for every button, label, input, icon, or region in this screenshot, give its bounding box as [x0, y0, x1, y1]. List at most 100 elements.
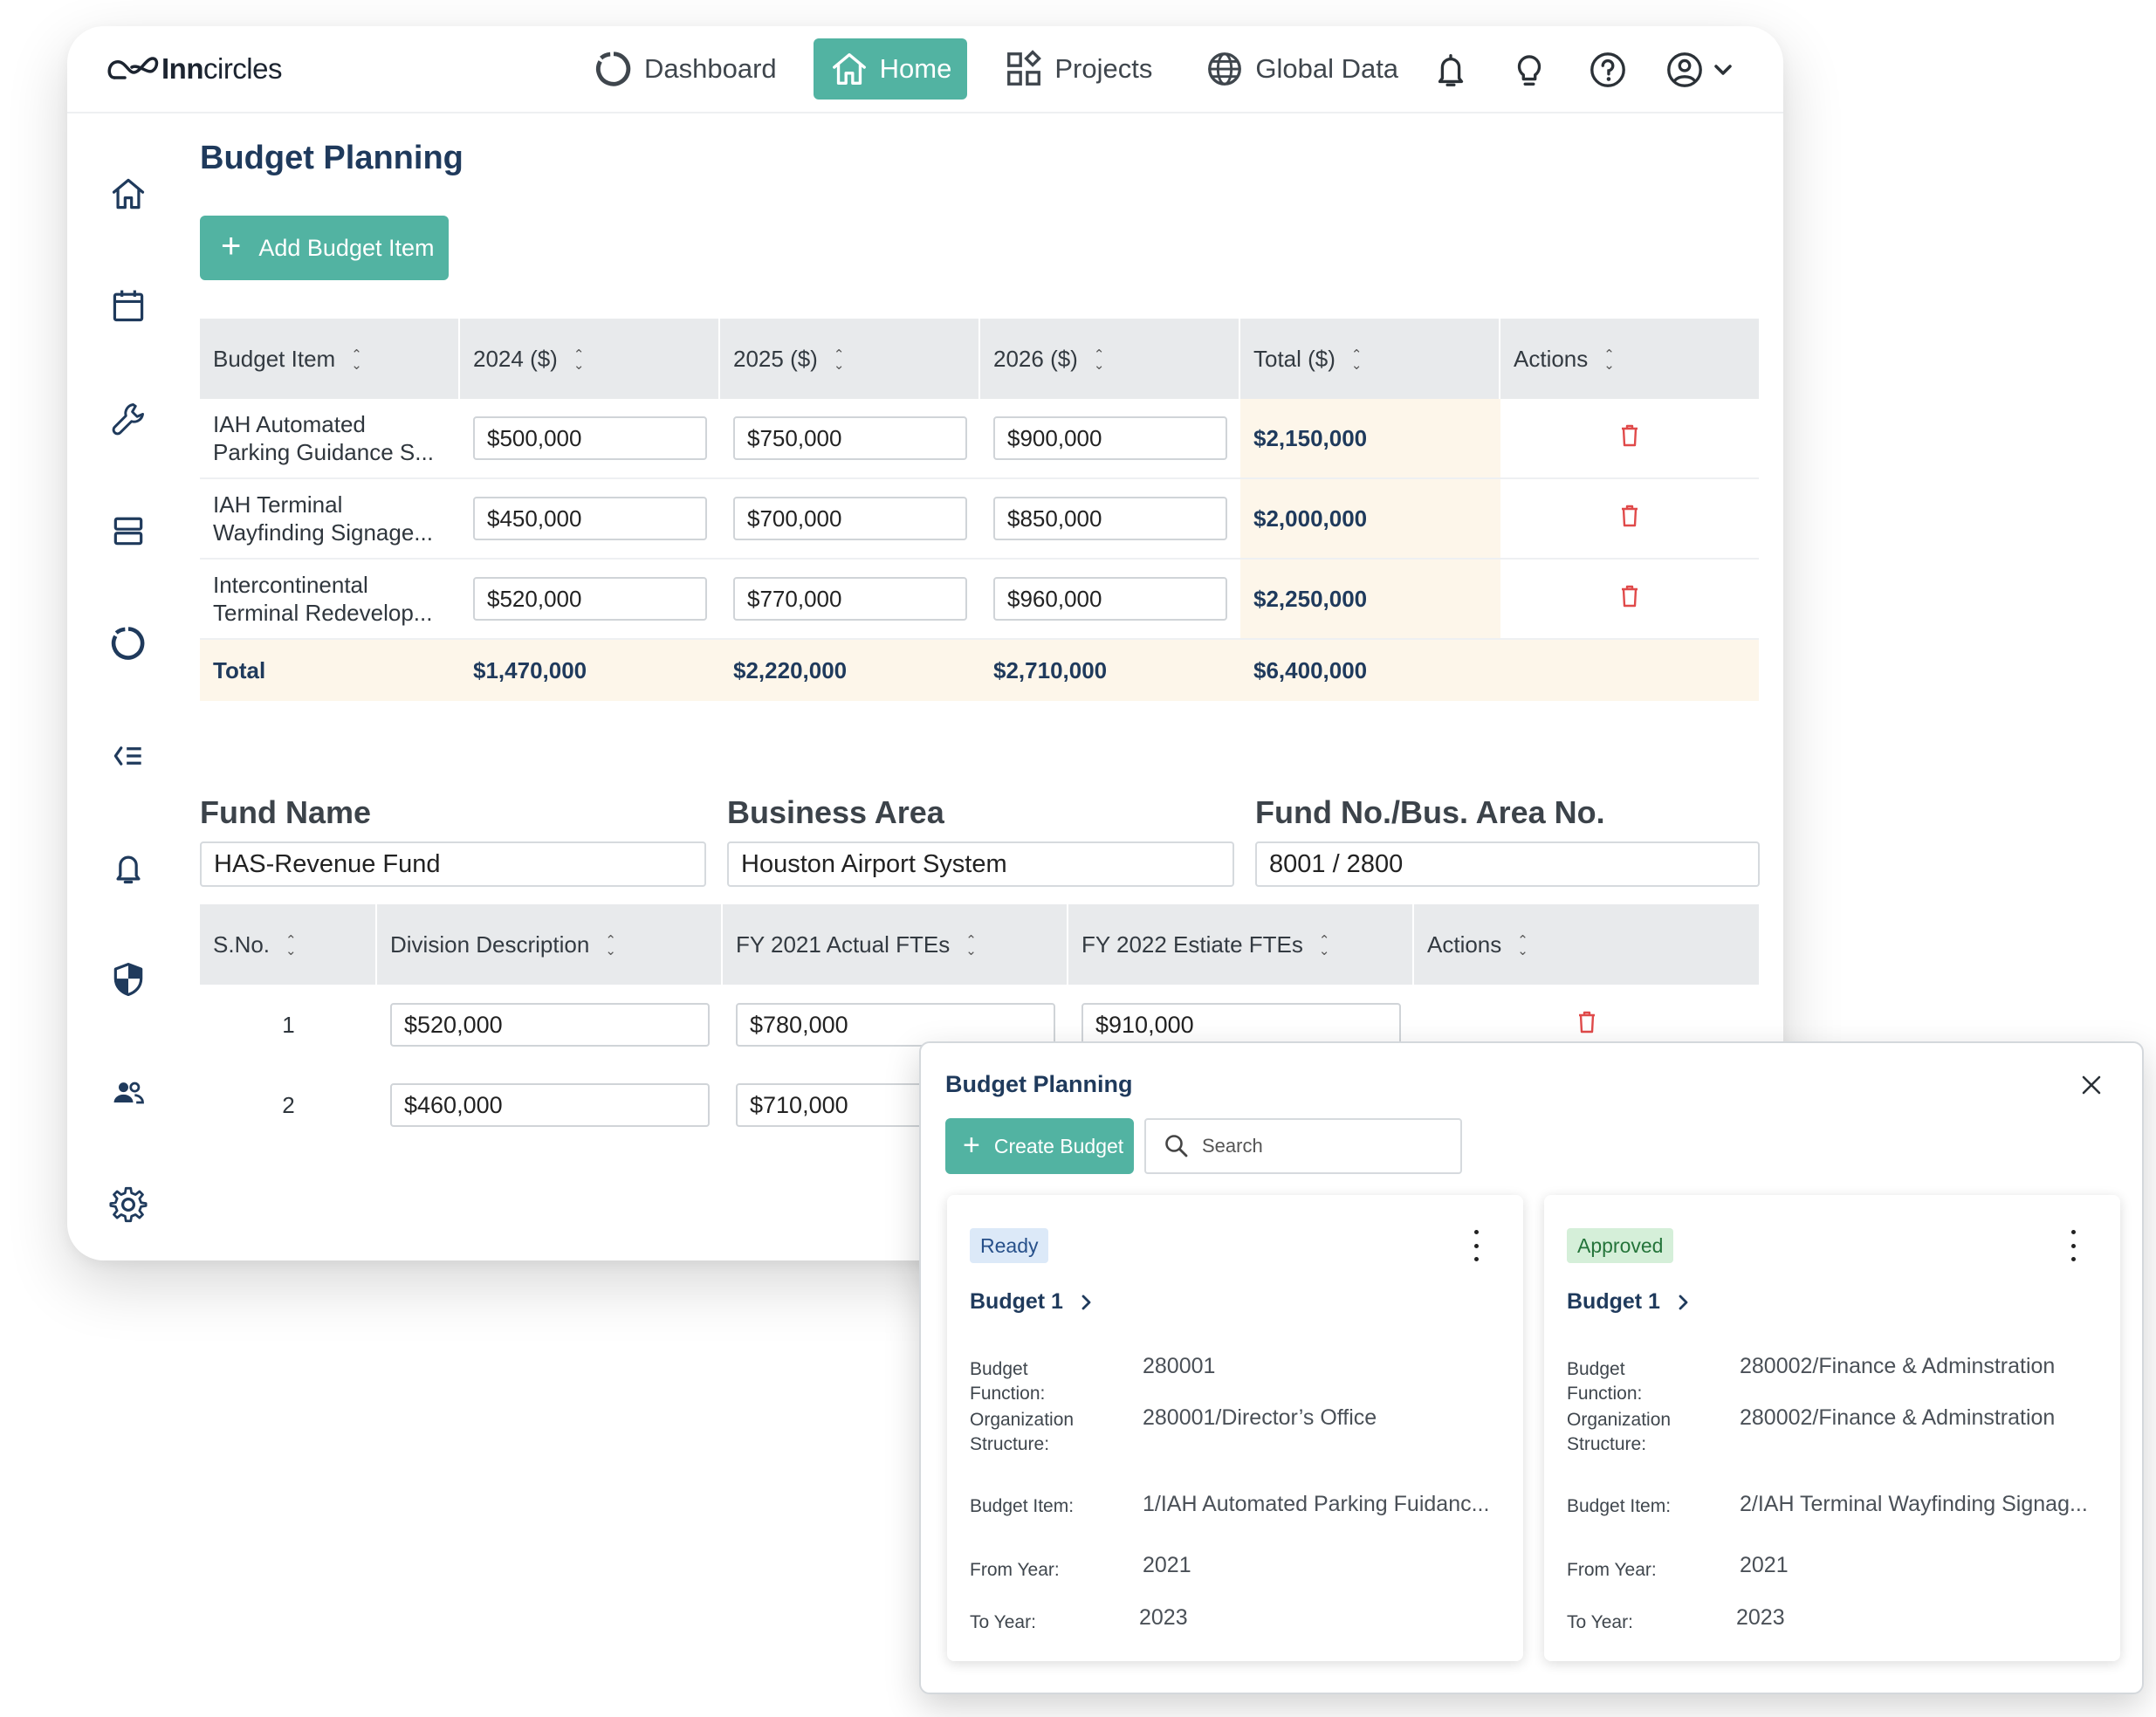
- delete-button[interactable]: [1619, 584, 1640, 615]
- sidebar-item-list[interactable]: [93, 728, 163, 784]
- nav-home[interactable]: Home: [813, 38, 968, 100]
- amount-input[interactable]: $700,000: [733, 497, 967, 540]
- chevron-right-icon: [1679, 1295, 1688, 1309]
- sort-icon[interactable]: ⌃ ⌄: [834, 348, 845, 372]
- col-total[interactable]: Total ($) ⌃ ⌄: [1240, 319, 1500, 399]
- amount-input[interactable]: $500,000: [473, 416, 707, 460]
- sidebar-item-calendar[interactable]: [93, 278, 163, 333]
- col-2024[interactable]: 2024 ($) ⌃ ⌄: [460, 319, 720, 399]
- budget-card[interactable]: Approved Budget 1 Budget Function: 28000…: [1544, 1195, 2120, 1661]
- fund-name-field[interactable]: HAS-Revenue Fund: [200, 841, 706, 887]
- top-navbar: Inncircles Dashboard Home Projects Globa…: [67, 26, 1783, 113]
- col-budget-item[interactable]: Budget Item ⌃ ⌄: [200, 319, 460, 399]
- col-fy2021[interactable]: FY 2021 Actual FTEs ⌃ ⌄: [723, 904, 1068, 985]
- col-division-description[interactable]: Division Description ⌃ ⌄: [377, 904, 723, 985]
- budget-function-value: 280001: [1143, 1354, 1216, 1378]
- budget-planning-popup: Budget Planning + Create Budget Search R…: [919, 1041, 2144, 1694]
- sort-icon[interactable]: ⌃ ⌄: [965, 934, 977, 958]
- budget-card[interactable]: Ready Budget 1 Budget Function: 280001 O…: [947, 1195, 1523, 1661]
- infinity-logo-icon: [107, 57, 159, 79]
- col-actions[interactable]: Actions ⌃ ⌄: [1414, 904, 1759, 985]
- budget-card-link[interactable]: Budget 1: [1567, 1289, 1692, 1315]
- nav-dashboard[interactable]: Dashboard: [578, 38, 793, 100]
- amount-input[interactable]: $450,000: [473, 497, 707, 540]
- nav-home-label: Home: [879, 53, 952, 84]
- division-table-header: S.No. ⌃ ⌄ Division Description ⌃ ⌄ FY 2021 A…: [200, 904, 1759, 985]
- to-year-label: To Year:: [970, 1612, 1036, 1632]
- delete-button[interactable]: [1619, 423, 1640, 454]
- sidebar-item-dashboard[interactable]: [93, 615, 163, 671]
- sort-icon[interactable]: ⌃ ⌄: [1094, 348, 1105, 372]
- sort-icon[interactable]: ⌃ ⌄: [605, 934, 616, 958]
- logo-text: Inncircles: [161, 52, 283, 85]
- server-icon: [113, 517, 143, 546]
- status-badge: Approved: [1567, 1228, 1674, 1263]
- nav-projects[interactable]: Projects: [988, 38, 1168, 100]
- wrench-icon: [112, 403, 144, 436]
- bell-icon: [1438, 54, 1464, 86]
- ideas-button[interactable]: [1507, 48, 1551, 92]
- fy2022-input[interactable]: $910,000: [1081, 1003, 1401, 1047]
- sidebar-item-settings[interactable]: [93, 1177, 163, 1233]
- cell-2026: $900,000: [980, 399, 1240, 477]
- user-menu[interactable]: [1665, 50, 1736, 90]
- amount-input[interactable]: $770,000: [733, 577, 967, 621]
- amount-input[interactable]: $900,000: [993, 416, 1227, 460]
- col-sno[interactable]: S.No. ⌃ ⌄: [200, 904, 377, 985]
- dashboard-ring-icon: [111, 627, 145, 660]
- sort-icon[interactable]: ⌃ ⌄: [573, 348, 585, 372]
- col-2025[interactable]: 2025 ($) ⌃ ⌄: [720, 319, 980, 399]
- fund-no-field[interactable]: 8001 / 2800: [1255, 841, 1760, 887]
- sort-icon[interactable]: ⌃ ⌄: [351, 348, 362, 372]
- sidebar-item-users[interactable]: [93, 1065, 163, 1121]
- more-options-button[interactable]: [2064, 1230, 2082, 1261]
- cell-description: $460,000: [377, 1065, 723, 1145]
- cell-2024: $500,000: [460, 399, 720, 477]
- budget-item-name: IAH Terminal Wayfinding Signage...: [200, 479, 460, 558]
- col-fy2022[interactable]: FY 2022 Estiate FTEs ⌃ ⌄: [1068, 904, 1414, 985]
- add-budget-item-button[interactable]: + Add Budget Item: [200, 216, 449, 280]
- search-input[interactable]: Search: [1144, 1118, 1462, 1174]
- create-budget-button[interactable]: + Create Budget: [945, 1118, 1134, 1174]
- more-options-button[interactable]: [1467, 1230, 1485, 1261]
- app-logo[interactable]: Inncircles: [106, 45, 283, 93]
- budget-item-label: Budget Item:: [1567, 1496, 1672, 1516]
- division-description-input[interactable]: $520,000: [390, 1003, 710, 1047]
- trash-icon: [1622, 424, 1638, 446]
- totals-row: Total $1,470,000 $2,220,000 $2,710,000 $…: [200, 640, 1759, 701]
- trash-icon: [1622, 585, 1638, 607]
- item-line: IAH Automated: [213, 411, 366, 437]
- col-2026[interactable]: 2026 ($) ⌃ ⌄: [980, 319, 1240, 399]
- sort-icon[interactable]: ⌃ ⌄: [1603, 348, 1615, 372]
- amount-input[interactable]: $850,000: [993, 497, 1227, 540]
- amount-input[interactable]: $750,000: [733, 416, 967, 460]
- sidebar-item-storage[interactable]: [93, 503, 163, 559]
- help-button[interactable]: [1586, 48, 1630, 92]
- sidebar-item-notifications[interactable]: [93, 840, 163, 896]
- close-button[interactable]: [2076, 1069, 2107, 1101]
- division-description-input[interactable]: $460,000: [390, 1083, 710, 1127]
- business-area-field[interactable]: Houston Airport System: [727, 841, 1234, 887]
- notifications-button[interactable]: [1429, 48, 1473, 92]
- sort-icon[interactable]: ⌃ ⌄: [1517, 934, 1528, 958]
- budget-item-value: 1/IAH Automated Parking Fuidanc...: [1143, 1492, 1490, 1516]
- budget-table-header: Budget Item ⌃ ⌄ 2024 ($) ⌃ ⌄ 2025 ($) ⌃ ⌄ 2026…: [200, 319, 1759, 399]
- sidebar-item-tools[interactable]: [93, 391, 163, 447]
- sort-icon[interactable]: ⌃ ⌄: [1351, 348, 1363, 372]
- budget-card-title: Budget 1: [970, 1289, 1063, 1314]
- fy2021-input[interactable]: $780,000: [736, 1003, 1055, 1047]
- col-actions[interactable]: Actions ⌃ ⌄: [1500, 319, 1759, 399]
- delete-button[interactable]: [1619, 504, 1640, 534]
- col-label: Division Description: [390, 931, 590, 958]
- sort-icon[interactable]: ⌃ ⌄: [1319, 934, 1330, 958]
- amount-input[interactable]: $520,000: [473, 577, 707, 621]
- nav-global-data[interactable]: Global Data: [1189, 38, 1414, 100]
- sidebar-item-security[interactable]: [93, 951, 163, 1007]
- amount-input[interactable]: $960,000: [993, 577, 1227, 621]
- budget-card-link[interactable]: Budget 1: [970, 1289, 1095, 1315]
- sort-icon[interactable]: ⌃ ⌄: [285, 934, 297, 958]
- sidebar-item-home[interactable]: [93, 166, 163, 222]
- delete-button[interactable]: [1576, 1010, 1597, 1041]
- label-line: Organization: [1567, 1410, 1672, 1430]
- label-line: Structure:: [1567, 1434, 1647, 1454]
